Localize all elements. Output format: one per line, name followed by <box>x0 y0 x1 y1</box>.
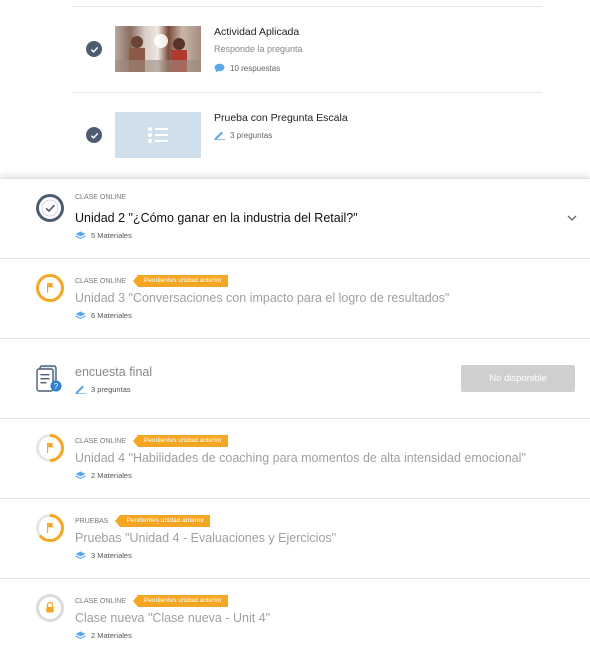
unit-meta: 5 Materiales <box>75 231 132 240</box>
chevron-down-icon[interactable] <box>566 212 578 224</box>
completed-check-icon <box>36 194 64 222</box>
unit-1-materials: Actividad Aplicada Responde la pregunta … <box>0 0 590 178</box>
unit-meta: 2 Materiales <box>75 631 132 640</box>
materials-count: 2 Materiales <box>91 631 132 640</box>
pending-badge: Pendientes unidad anterior <box>115 515 211 527</box>
materials-count: 5 Materiales <box>91 231 132 240</box>
unit-meta: 6 Materiales <box>75 311 132 320</box>
unit-title[interactable]: Unidad 2 "¿Cómo ganar en la industria de… <box>75 211 358 225</box>
unit-type: PRUEBAS Pendientes unidad anterior <box>75 515 211 527</box>
unit-type: CLASE ONLINE Pendientes unidad anterior <box>75 595 228 607</box>
flag-progress-icon <box>36 274 64 302</box>
responses-count: 10 respuestas <box>230 63 281 73</box>
unit-type: CLASE ONLINE Pendientes unidad anterior <box>75 275 228 287</box>
layers-icon <box>75 551 86 560</box>
unit-meta: 3 Materiales <box>75 551 132 560</box>
unit-title[interactable]: Unidad 4 "Habilidades de coaching para m… <box>75 451 526 465</box>
materials-count: 3 Materiales <box>91 551 132 560</box>
pencil-icon <box>214 131 225 140</box>
unit-title[interactable]: Clase nueva "Clase nueva - Unit 4" <box>75 611 270 625</box>
not-available-button[interactable]: No disponible <box>461 365 575 392</box>
materials-count: 6 Materiales <box>91 311 132 320</box>
svg-text:?: ? <box>54 382 59 391</box>
material-thumbnail <box>115 26 201 72</box>
material-title: Actividad Aplicada <box>214 26 300 38</box>
layers-icon <box>75 231 86 240</box>
layers-icon <box>75 311 86 320</box>
check-icon <box>86 127 102 143</box>
material-subtitle: Responde la pregunta <box>214 44 303 54</box>
survey-row: ? encuesta final 3 preguntas No disponib… <box>0 338 590 419</box>
questions-count: 3 preguntas <box>91 384 131 394</box>
flag-progress-icon <box>36 434 64 462</box>
unit-meta: 2 Materiales <box>75 471 132 480</box>
unit-row[interactable]: CLASE ONLINE Unidad 2 "¿Cómo ganar en la… <box>0 178 590 259</box>
material-title: Prueba con Pregunta Escala <box>214 112 348 124</box>
material-meta: 10 respuestas <box>214 63 280 73</box>
unit-type: CLASE ONLINE <box>75 194 126 201</box>
pending-badge: Pendientes unidad anterior <box>132 435 228 447</box>
unit-row[interactable]: CLASE ONLINE Pendientes unidad anterior … <box>0 418 590 499</box>
lock-icon <box>36 594 64 622</box>
unit-row[interactable]: CLASE ONLINE Pendientes unidad anterior … <box>0 258 590 339</box>
unit-type: CLASE ONLINE Pendientes unidad anterior <box>75 435 228 447</box>
flag-progress-icon <box>36 514 64 542</box>
unit-title[interactable]: Pruebas "Unidad 4 - Evaluaciones y Ejerc… <box>75 531 336 545</box>
pending-badge: Pendientes unidad anterior <box>132 275 228 287</box>
comment-icon <box>214 63 225 73</box>
survey-meta: 3 preguntas <box>75 384 131 394</box>
unit-row[interactable]: CLASE ONLINE Pendientes unidad anterior … <box>0 578 590 652</box>
unit-title[interactable]: Unidad 3 "Conversaciones con impacto par… <box>75 291 449 305</box>
survey-icon: ? <box>36 365 62 392</box>
pending-badge: Pendientes unidad anterior <box>132 595 228 607</box>
material-item[interactable]: Prueba con Pregunta Escala 3 preguntas <box>73 93 542 179</box>
pencil-icon <box>75 385 86 394</box>
unit-row[interactable]: PRUEBAS Pendientes unidad anterior Prueb… <box>0 498 590 579</box>
questions-count: 3 preguntas <box>230 130 273 140</box>
layers-icon <box>75 631 86 640</box>
material-item[interactable]: Actividad Aplicada Responde la pregunta … <box>73 7 542 93</box>
check-icon <box>86 41 102 57</box>
survey-title: encuesta final <box>75 365 153 379</box>
layers-icon <box>75 471 86 480</box>
material-meta: 3 preguntas <box>214 130 272 140</box>
materials-count: 2 Materiales <box>91 471 132 480</box>
list-icon <box>115 112 201 158</box>
